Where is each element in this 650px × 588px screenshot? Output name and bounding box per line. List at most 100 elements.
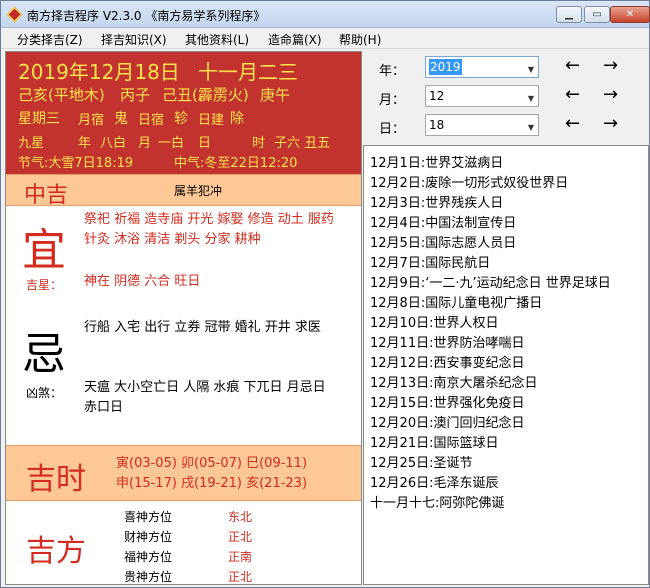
list-item: 12月8日:国际儿童电视广播日	[370, 296, 543, 311]
year-select-value: 2019	[429, 59, 462, 75]
month-select-value: 12	[429, 89, 445, 103]
lucky-hours-line2: 申(15-17) 戌(19-21) 亥(21-23)	[116, 476, 308, 491]
month-select[interactable]: 12 ▼	[425, 85, 539, 107]
day-jian-label: 日建	[198, 113, 225, 128]
list-item: 12月20日:澳门回归纪念日	[370, 416, 525, 431]
solar-date: 2019年12月18日	[18, 60, 180, 84]
evil-stars-line2: 赤口日	[84, 400, 124, 415]
direction-label: 财神方位	[124, 530, 173, 544]
list-item: 12月9日:‘一二·九’运动纪念日 世界足球日	[370, 276, 611, 291]
list-item: 12月15日:世界强化免疫日	[370, 396, 525, 411]
direction-value: 正北	[228, 570, 253, 584]
dropdown-arrow-icon: ▼	[527, 94, 534, 103]
hour-nine-star: 子六 丑五	[274, 136, 331, 151]
yi-items-line1: 祭祀 祈福 造寺庙 开光 嫁娶 修造 动土 服药	[84, 212, 334, 227]
app-logo-icon	[6, 6, 23, 23]
lucky-hours-line1: 寅(03-05) 卯(05-07) 巳(09-11)	[116, 456, 308, 471]
menu-help[interactable]: 帮助(H)	[339, 31, 381, 48]
date-selector-panel: 年： 2019 ▼ ← → 月： 12 ▼ ← → 日： 18 ▼ ← →	[363, 51, 649, 143]
month-star-label: 月宿	[78, 113, 105, 128]
lucky-directions: 吉方 喜神方位 东北 财神方位 正北 福神方位 正南 贵神方位 正北	[6, 502, 361, 584]
ji-char: 忌	[22, 329, 66, 380]
menu-knowledge[interactable]: 择吉知识(X)	[101, 31, 167, 48]
day-ganzhi: 己丑(霹雳火)	[162, 86, 249, 104]
yi-items: 祭祀 祈福 造寺庙 开光 嫁娶 修造 动土 服药 针灸 沐浴 清洁 剃头 分家 …	[84, 210, 334, 250]
list-item: 12月2日:废除一切形式奴役世界日	[370, 176, 569, 191]
evil-stars: 天瘟 大小空亡日 人隔 水痕 下兀日 月忌日 赤口日	[84, 378, 326, 418]
direction-value: 正南	[228, 550, 253, 564]
list-item: 12月5日:国际志愿人员日	[370, 236, 517, 251]
maximize-button[interactable]: ▭	[584, 6, 610, 23]
hour-nine-star-label: 时	[252, 136, 266, 151]
year-nine-star-label: 年	[78, 136, 92, 151]
direction-value: 正北	[228, 530, 253, 544]
month-label: 月：	[379, 93, 406, 108]
menu-category-select[interactable]: 分类择吉(Z)	[17, 31, 83, 48]
maximize-icon: ▭	[592, 9, 602, 20]
month-star-value: 鬼	[114, 111, 128, 127]
list-item: 12月25日:圣诞节	[370, 456, 473, 471]
list-item: 12月10日:世界人权日	[370, 316, 499, 331]
minimize-button[interactable]: ▁	[556, 6, 582, 23]
solar-term-jieqi: 节气:大雪7日18:19	[18, 156, 134, 171]
day-nine-star-label: 日	[198, 136, 212, 151]
clash-info: 属羊犯冲	[174, 184, 223, 198]
month-nine-star: 一白	[158, 136, 185, 151]
next-year-button[interactable]: →	[603, 55, 618, 76]
minimize-icon: ▁	[565, 9, 573, 20]
list-item: 12月1日:世界艾滋病日	[370, 156, 504, 171]
list-item: 12月3日:世界残疾人日	[370, 196, 504, 211]
ji-items: 行船 入宅 出行 立券 冠带 婚礼 开井 求医	[84, 320, 321, 335]
year-select[interactable]: 2019 ▼	[425, 56, 539, 78]
next-month-button[interactable]: →	[603, 84, 618, 105]
list-item: 12月13日:南京大屠杀纪念日	[370, 376, 538, 391]
direction-label: 贵神方位	[124, 570, 173, 584]
list-item: 12月12日:西安事变纪念日	[370, 356, 525, 371]
day-star-value: 轸	[174, 111, 188, 127]
prev-year-button[interactable]: ←	[565, 55, 580, 76]
menu-zaoming[interactable]: 造命篇(X)	[268, 31, 322, 48]
day-select[interactable]: 18 ▼	[425, 114, 539, 136]
lucky-hours: 寅(03-05) 卯(05-07) 巳(09-11) 申(15-17) 戌(19…	[116, 454, 307, 494]
list-item: 12月21日:国际篮球日	[370, 436, 499, 451]
nine-star-label: 九星	[18, 136, 45, 151]
lucky-hours-title: 吉时	[26, 462, 86, 497]
year-nine-star: 八白	[100, 136, 127, 151]
window-title: 南方择吉程序 V2.3.0 《南方易学系列程序》	[27, 9, 266, 23]
yi-items-line2: 针灸 沐浴 清洁 剃头 分家 耕种	[84, 232, 261, 247]
prev-day-button[interactable]: ←	[565, 113, 580, 134]
direction-value: 东北	[228, 510, 253, 524]
menu-bar: 分类择吉(Z) 择吉知识(X) 其他资料(L) 造命篇(X) 帮助(H)	[1, 28, 649, 49]
prev-month-button[interactable]: ←	[565, 84, 580, 105]
lunar-date: 十一月二三	[198, 60, 298, 84]
lucky-stars: 神在 阴德 六合 旺日	[84, 274, 201, 289]
direction-label: 喜神方位	[124, 510, 173, 524]
list-item: 12月26日:毛泽东诞辰	[370, 476, 499, 491]
day-select-value: 18	[429, 118, 445, 132]
year-ganzhi: 己亥(平地木)	[18, 86, 105, 104]
app-window: 南方择吉程序 V2.3.0 《南方易学系列程序》 ▁ ▭ ✕ 分类择吉(Z) 择…	[0, 0, 650, 588]
day-grade: 中吉	[24, 183, 69, 208]
list-item: 12月11日:世界防治哮喘日	[370, 336, 525, 351]
lucky-directions-title: 吉方	[26, 534, 86, 569]
title-bar[interactable]: 南方择吉程序 V2.3.0 《南方易学系列程序》 ▁ ▭ ✕	[1, 1, 650, 28]
date-info-box: 2019年12月18日 十一月二三 己亥(平地木) 丙子 己丑(霹雳火) 庚午 …	[6, 52, 361, 174]
lucky-hours-bar: 吉时 寅(03-05) 卯(05-07) 巳(09-11) 申(15-17) 戌…	[6, 445, 361, 501]
grade-bar: 中吉 属羊犯冲	[6, 174, 361, 208]
almanac-panel: 2019年12月18日 十一月二三 己亥(平地木) 丙子 己丑(霹雳火) 庚午 …	[5, 51, 362, 585]
next-day-button[interactable]: →	[603, 113, 618, 134]
list-item: 12月7日:国际民航日	[370, 256, 491, 271]
yi-ji-section: 宜 祭祀 祈福 造寺庙 开光 嫁娶 修造 动土 服药 针灸 沐浴 清洁 剃头 分…	[6, 208, 361, 443]
close-icon: ✕	[625, 9, 635, 20]
events-list[interactable]: 12月1日:世界艾滋病日 12月2日:废除一切形式奴役世界日 12月3日:世界残…	[363, 145, 649, 585]
month-nine-star-label: 月	[138, 136, 152, 151]
dropdown-arrow-icon: ▼	[527, 65, 534, 74]
year-label: 年：	[379, 64, 406, 79]
solar-term-zhongqi: 中气:冬至22日12:20	[174, 156, 298, 171]
dropdown-arrow-icon: ▼	[527, 123, 534, 132]
close-button[interactable]: ✕	[610, 6, 650, 23]
day-label: 日：	[379, 122, 406, 137]
menu-other[interactable]: 其他资料(L)	[185, 31, 249, 48]
hour-ganzhi: 庚午	[260, 86, 291, 104]
day-jian-value: 除	[230, 111, 244, 127]
